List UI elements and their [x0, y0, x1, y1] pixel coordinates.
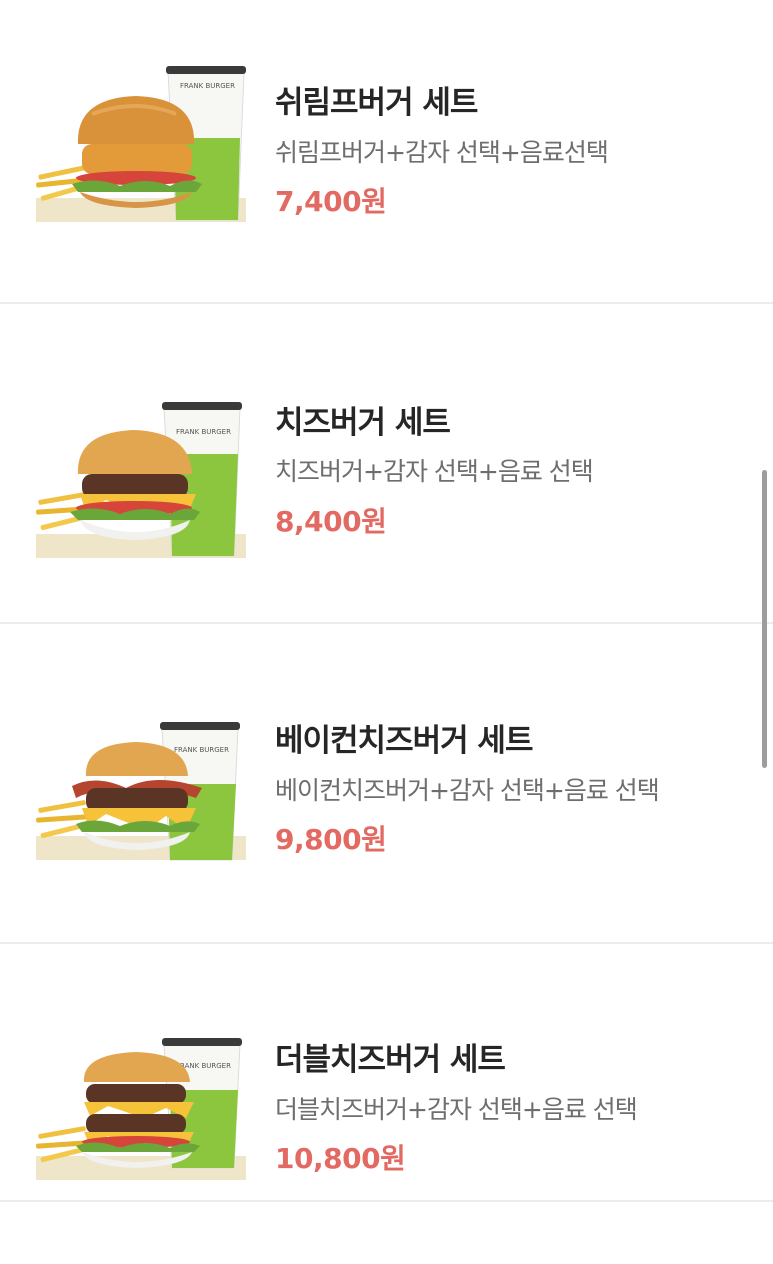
double-cheese-burger-set-photo: FRANK BURGER [36, 1038, 246, 1180]
item-price: 10,800원 [275, 1142, 406, 1175]
item-price: 7,400원 [275, 185, 387, 218]
menu-item-double-cheese-burger-set[interactable]: FRANK BURGER 더블치즈버거 세트 더블치즈버거+감자 선택+음료 선… [0, 944, 773, 1264]
menu-item-cheese-burger-set[interactable]: FRANK BURGER 치즈버거 세트 치즈버거+감자 선택+음료 선택 8,… [0, 304, 773, 624]
item-name: 치즈버거 세트 [275, 405, 451, 441]
scrollbar[interactable] [762, 470, 767, 768]
item-price: 8,400원 [275, 505, 387, 538]
item-description: 치즈버거+감자 선택+음료 선택 [275, 457, 594, 486]
menu-item-bacon-cheese-burger-set[interactable]: FRANK BURGER 베이컨치즈버거 세트 베이컨치즈버거+감자 선택+음료… [0, 624, 773, 944]
cup-brand-label: FRANK BURGER [180, 82, 235, 90]
item-description: 베이컨치즈버거+감자 선택+음료 선택 [275, 776, 660, 805]
burger-icon [76, 1052, 200, 1168]
menu-item-shrimp-burger-set[interactable]: FRANK BURGER 쉬림프버거 세트 쉬림프버거+감자 선택+음료선택 7… [0, 0, 773, 320]
item-description: 더블치즈버거+감자 선택+음료 선택 [275, 1095, 638, 1124]
burger-icon [72, 96, 202, 208]
bacon-cheese-burger-set-photo: FRANK BURGER [36, 722, 246, 861]
item-description: 쉬림프버거+감자 선택+음료선택 [275, 138, 609, 167]
fries-icon [36, 800, 89, 839]
shrimp-burger-set-photo: FRANK BURGER [36, 66, 246, 222]
item-name: 쉬림프버거 세트 [275, 85, 478, 121]
item-name: 더블치즈버거 세트 [275, 1042, 506, 1078]
menu-list: FRANK BURGER 쉬림프버거 세트 쉬림프버거+감자 선택+음료선택 7… [0, 0, 773, 1206]
item-name: 베이컨치즈버거 세트 [275, 723, 533, 759]
cheese-burger-set-photo: FRANK BURGER [36, 402, 246, 558]
item-price: 9,800원 [275, 823, 387, 856]
cup-brand-label: FRANK BURGER [174, 746, 229, 754]
divider [0, 1200, 773, 1202]
cup-brand-label: FRANK BURGER [176, 428, 231, 436]
